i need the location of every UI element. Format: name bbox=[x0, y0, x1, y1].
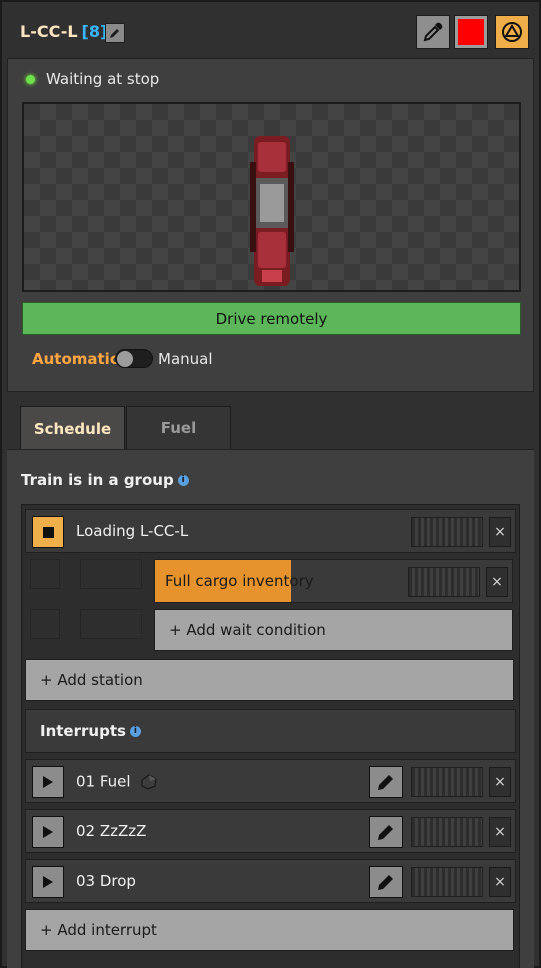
drag-handle[interactable] bbox=[411, 517, 483, 547]
pencil-icon bbox=[110, 29, 119, 38]
schedule-list: Loading L-CC-L × Full cargo inventory × … bbox=[21, 504, 520, 968]
eyedropper-icon bbox=[423, 22, 443, 42]
interrupt-row[interactable]: 03 Drop × bbox=[25, 859, 516, 903]
locomotive-image bbox=[250, 136, 294, 286]
empty-slot bbox=[80, 609, 142, 639]
group-text: Train is in a group bbox=[21, 471, 174, 489]
train-overview-panel: Waiting at stop Drive remotely Automatic… bbox=[7, 58, 534, 392]
play-icon bbox=[43, 776, 53, 788]
empty-slot bbox=[80, 559, 142, 589]
toggle-knob bbox=[117, 351, 133, 367]
trigger-interrupt-button[interactable] bbox=[32, 816, 64, 848]
interrupt-name-text: 01 Fuel bbox=[76, 772, 131, 791]
train-preview[interactable] bbox=[22, 102, 521, 292]
train-status: Waiting at stop bbox=[46, 70, 160, 88]
train-id-badge: [8] bbox=[81, 22, 108, 41]
rename-button[interactable] bbox=[105, 23, 125, 43]
play-icon bbox=[43, 826, 53, 838]
interrupt-row[interactable]: 01 Fuel × bbox=[25, 759, 516, 803]
trigger-interrupt-button[interactable] bbox=[32, 766, 64, 798]
remove-interrupt-button[interactable]: × bbox=[489, 817, 511, 847]
drag-handle[interactable] bbox=[408, 567, 480, 597]
station-name: Loading L-CC-L bbox=[76, 522, 189, 540]
mode-manual-label: Manual bbox=[158, 350, 213, 368]
add-wait-condition-button[interactable]: + Add wait condition bbox=[154, 609, 513, 651]
pencil-icon bbox=[378, 825, 393, 840]
interrupts-title-text: Interrupts bbox=[40, 722, 126, 740]
empty-slot bbox=[30, 559, 60, 589]
tab-fuel[interactable]: Fuel bbox=[126, 406, 231, 450]
info-icon[interactable]: i bbox=[129, 726, 141, 737]
wait-condition-row[interactable]: Full cargo inventory × bbox=[154, 559, 513, 603]
add-interrupt-button[interactable]: + Add interrupt bbox=[25, 909, 514, 951]
status-indicator-icon bbox=[26, 75, 35, 84]
drive-remotely-button[interactable]: Drive remotely bbox=[22, 302, 521, 335]
drag-handle[interactable] bbox=[411, 867, 483, 897]
current-stop-button[interactable] bbox=[32, 516, 64, 548]
pencil-icon bbox=[378, 875, 393, 890]
edit-interrupt-button[interactable] bbox=[369, 866, 403, 898]
remove-condition-button[interactable]: × bbox=[486, 567, 508, 597]
interrupt-name: 01 Fuel bbox=[76, 772, 159, 792]
edit-interrupt-button[interactable] bbox=[369, 816, 403, 848]
interrupts-header: Interrupts i bbox=[25, 709, 516, 753]
remove-station-button[interactable]: × bbox=[489, 517, 511, 547]
stop-square-icon bbox=[42, 526, 54, 538]
edit-interrupt-button[interactable] bbox=[369, 766, 403, 798]
station-view-button[interactable] bbox=[495, 15, 529, 49]
train-window: L-CC-L [8] Waiting at stop Drive remotel… bbox=[0, 0, 541, 968]
interrupt-name: 03 Drop bbox=[76, 872, 136, 890]
drag-handle[interactable] bbox=[411, 767, 483, 797]
remove-interrupt-button[interactable]: × bbox=[489, 867, 511, 897]
coal-icon bbox=[141, 774, 157, 790]
color-swatch bbox=[458, 19, 484, 45]
title-bar: L-CC-L [8] bbox=[2, 2, 539, 60]
train-stop-icon bbox=[502, 22, 522, 42]
interrupt-row[interactable]: 02 ZzZzZ × bbox=[25, 809, 516, 853]
mode-automatic-label: Automatic bbox=[32, 350, 119, 368]
color-picker-button[interactable] bbox=[416, 15, 450, 49]
interrupt-name: 02 ZzZzZ bbox=[76, 822, 147, 840]
interrupts-title: Interrupts i bbox=[40, 722, 141, 740]
train-name: L-CC-L bbox=[20, 22, 78, 41]
group-heading: Train is in a group i bbox=[21, 471, 189, 489]
condition-label: Full cargo inventory bbox=[165, 572, 314, 590]
remove-interrupt-button[interactable]: × bbox=[489, 767, 511, 797]
tab-schedule[interactable]: Schedule bbox=[20, 406, 125, 450]
play-icon bbox=[43, 876, 53, 888]
trigger-interrupt-button[interactable] bbox=[32, 866, 64, 898]
pencil-icon bbox=[378, 775, 393, 790]
window-title: L-CC-L [8] bbox=[20, 22, 107, 41]
add-station-button[interactable]: + Add station bbox=[25, 659, 514, 701]
schedule-panel: Train is in a group i Loading L-CC-L × Fu… bbox=[7, 449, 534, 968]
station-row[interactable]: Loading L-CC-L × bbox=[25, 509, 516, 553]
info-icon[interactable]: i bbox=[177, 475, 189, 486]
empty-slot bbox=[30, 609, 60, 639]
drag-handle[interactable] bbox=[411, 817, 483, 847]
mode-toggle[interactable] bbox=[115, 349, 153, 368]
train-color-button[interactable] bbox=[454, 15, 488, 49]
